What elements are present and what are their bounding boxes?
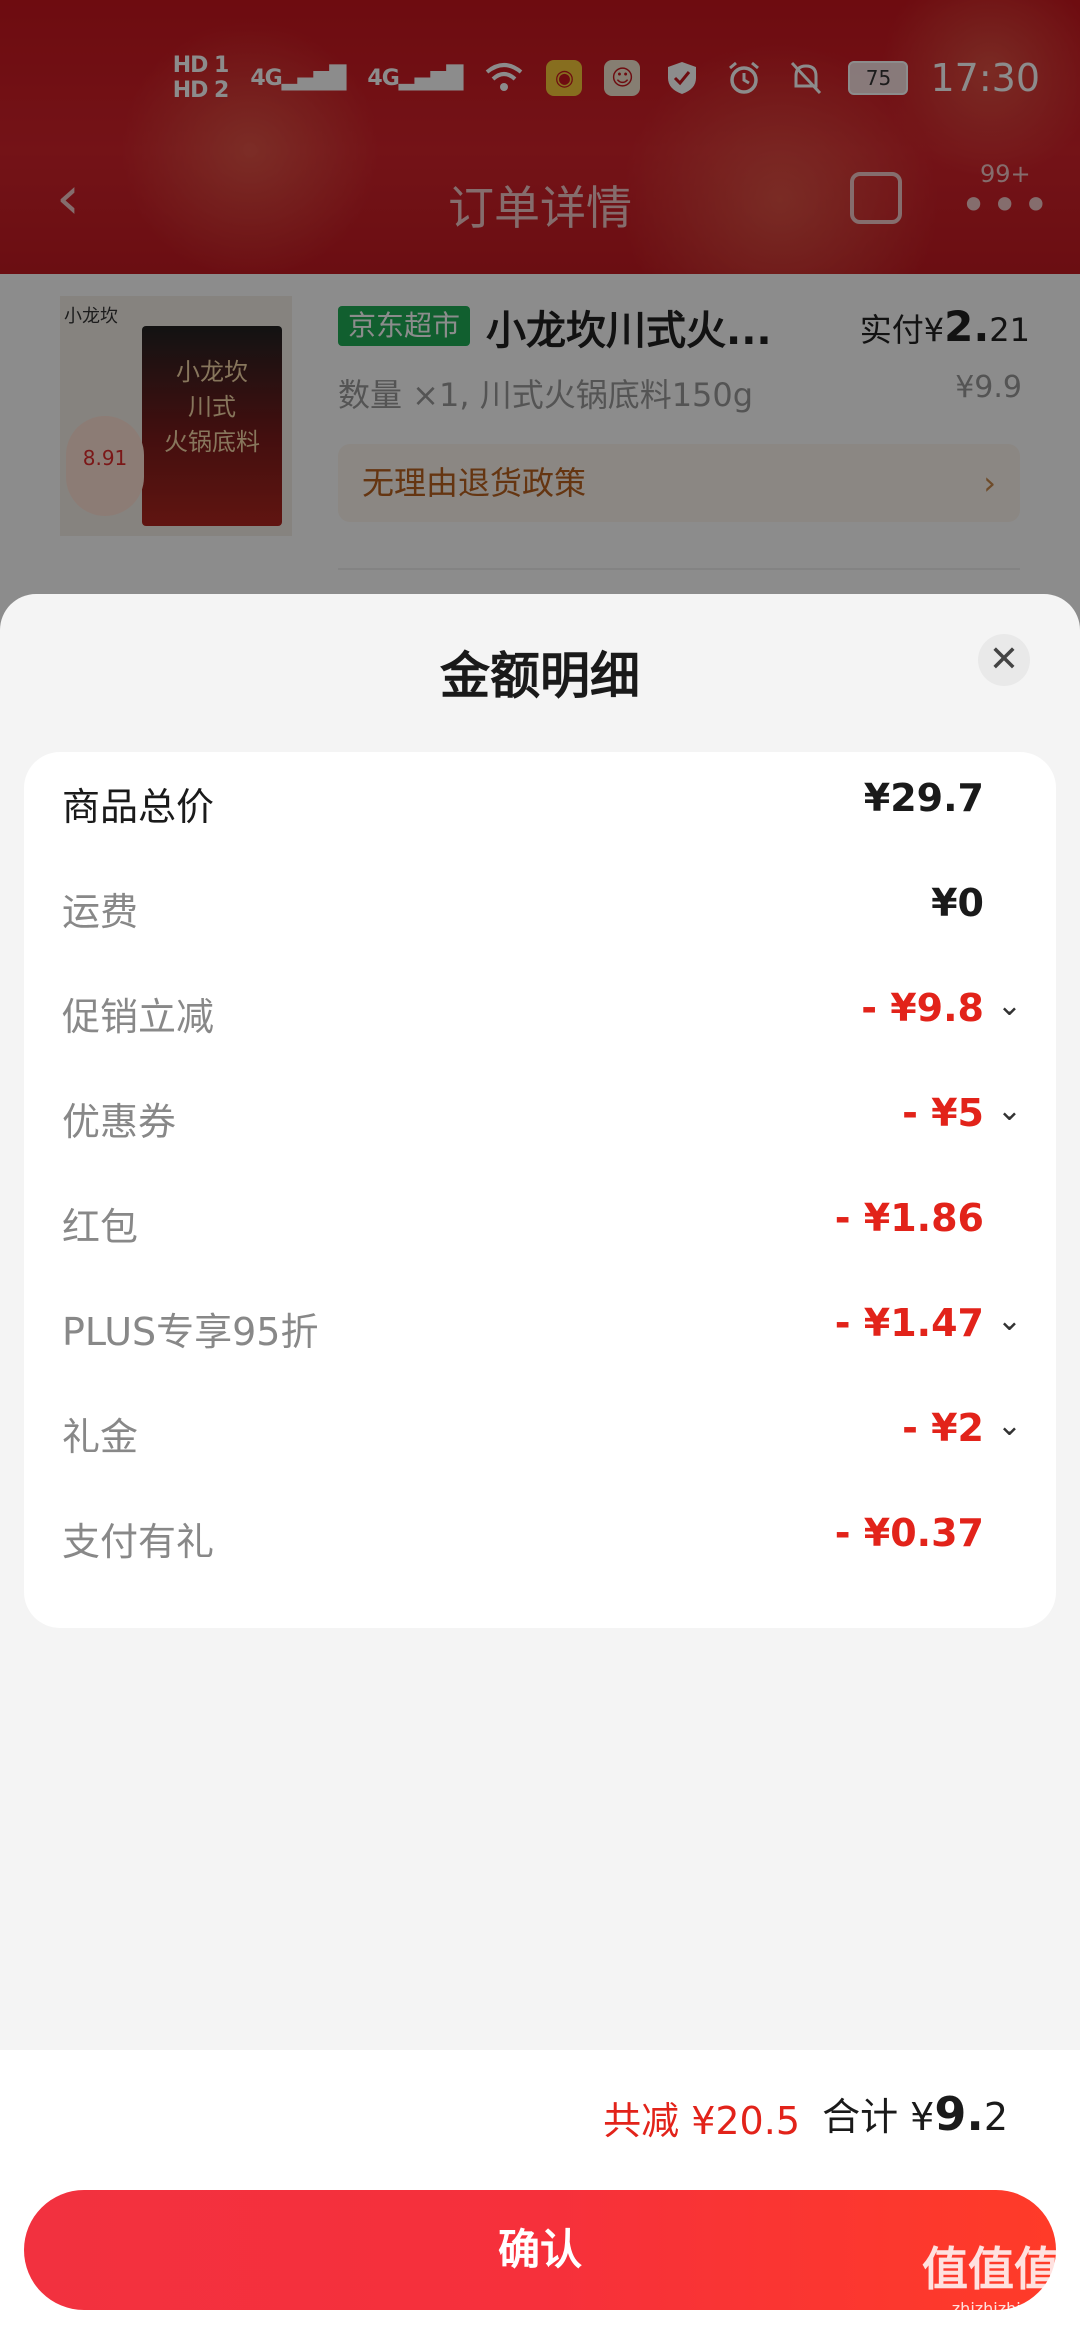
amount-detail-list: 商品总价 ¥29.7 运费 ¥0 促销立减 - ¥9.8 ⌄ 优惠券 - ¥5 … — [24, 752, 1056, 1628]
row-label: 支付有礼 — [62, 1520, 215, 1564]
row-value: - ¥0.37 — [834, 1511, 984, 1555]
row-label: 运费 — [62, 890, 139, 934]
row-plus-discount[interactable]: PLUS专享95折 - ¥1.47 ⌄ — [24, 1277, 1056, 1377]
confirm-area: 确认 — [0, 2180, 1080, 2340]
order-total: 合计 ¥9.2 — [822, 2087, 1008, 2141]
sheet-title: 金额明细 — [440, 647, 640, 705]
row-red-packet: 红包 - ¥1.86 — [24, 1172, 1056, 1272]
row-payment-gift: 支付有礼 - ¥0.37 — [24, 1487, 1056, 1587]
row-value: - ¥1.47 — [834, 1301, 984, 1345]
row-label: 红包 — [62, 1205, 139, 1249]
row-label: 促销立减 — [62, 995, 215, 1039]
row-value: ¥29.7 — [863, 776, 984, 820]
row-value: - ¥5 — [902, 1091, 984, 1135]
row-goods-total: 商品总价 ¥29.7 — [24, 752, 1056, 852]
chevron-down-icon[interactable]: ⌄ — [997, 1093, 1022, 1128]
chevron-down-icon[interactable]: ⌄ — [997, 1408, 1022, 1443]
row-promotion[interactable]: 促销立减 - ¥9.8 ⌄ — [24, 962, 1056, 1062]
chevron-down-icon[interactable]: ⌄ — [997, 1303, 1022, 1338]
row-label: 优惠券 — [62, 1100, 177, 1144]
watermark: 值值值 zhizhizhi.com — [922, 2242, 1060, 2318]
row-label: PLUS专享95折 — [62, 1310, 319, 1354]
row-shipping: 运费 ¥0 — [24, 857, 1056, 957]
row-coupon[interactable]: 优惠券 - ¥5 ⌄ — [24, 1067, 1056, 1167]
total-reduction: 共减 ¥20.5 — [603, 2099, 800, 2143]
close-icon[interactable]: ✕ — [978, 634, 1030, 686]
confirm-button[interactable]: 确认 — [24, 2190, 1056, 2310]
row-value: - ¥1.86 — [834, 1196, 984, 1240]
amount-detail-sheet: 金额明细 ✕ 商品总价 ¥29.7 运费 ¥0 促销立减 - ¥9.8 ⌄ 优惠… — [0, 594, 1080, 2340]
row-value: ¥0 — [931, 881, 984, 925]
row-value: - ¥9.8 — [861, 986, 984, 1030]
summary-bar: 共减 ¥20.5 合计 ¥9.2 — [0, 2050, 1080, 2180]
row-label: 礼金 — [62, 1415, 139, 1459]
row-value: - ¥2 — [902, 1406, 984, 1450]
chevron-down-icon[interactable]: ⌄ — [997, 988, 1022, 1023]
row-label: 商品总价 — [62, 785, 215, 829]
row-gift-money[interactable]: 礼金 - ¥2 ⌄ — [24, 1382, 1056, 1482]
